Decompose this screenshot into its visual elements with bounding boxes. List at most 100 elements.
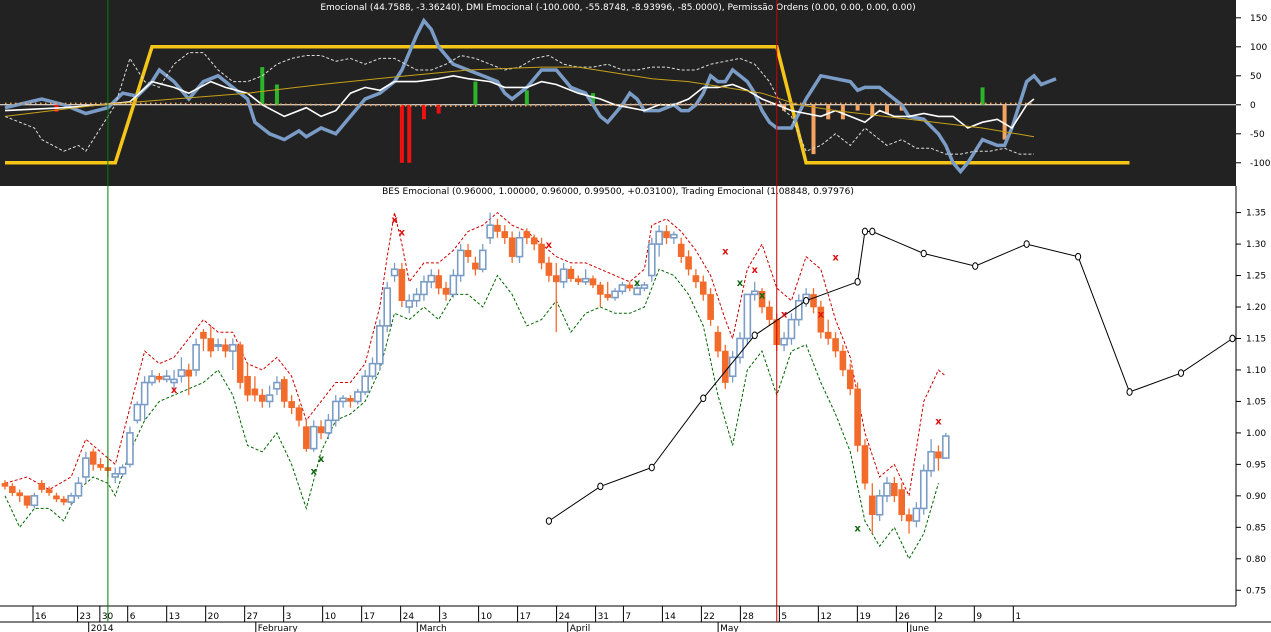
x-tick-label-20: 5 bbox=[781, 612, 787, 622]
candle-body-29 bbox=[214, 343, 222, 348]
candle-body-46 bbox=[339, 397, 347, 403]
price-ytick-label-1: 1.30 bbox=[1246, 240, 1266, 250]
candle-body-30 bbox=[222, 344, 229, 352]
x-marker-red-4: x bbox=[722, 246, 729, 257]
time-axis-bg bbox=[0, 607, 1271, 632]
candle-body-58 bbox=[427, 274, 436, 283]
candle-body-93 bbox=[685, 256, 692, 270]
candle-body-62 bbox=[456, 249, 465, 277]
candle-body-0 bbox=[1, 482, 9, 487]
candle-body-45 bbox=[331, 400, 340, 422]
candle-body-75 bbox=[552, 275, 560, 283]
candle-body-86 bbox=[633, 287, 641, 296]
candle-body-104 bbox=[766, 306, 773, 320]
candle-body-82 bbox=[604, 294, 612, 298]
trading-point-0 bbox=[545, 517, 553, 525]
candle-body-23 bbox=[170, 378, 178, 384]
candle-body-21 bbox=[156, 375, 163, 380]
candle-body-34 bbox=[251, 388, 259, 396]
indicator-ytick-label-5: -100 bbox=[1250, 159, 1271, 169]
candle-body-76 bbox=[559, 268, 568, 283]
candle-body-95 bbox=[699, 281, 707, 295]
histogram-bar-green-0 bbox=[260, 67, 265, 105]
indicator-title: Emocional (44.7588, -3.36240), DMI Emoci… bbox=[320, 3, 915, 13]
candle-body-88 bbox=[647, 243, 656, 277]
trading-point-8 bbox=[869, 227, 876, 236]
candle-body-10 bbox=[74, 482, 83, 497]
price-ytick-label-11: 0.80 bbox=[1246, 555, 1266, 565]
candle-body-39 bbox=[288, 401, 295, 409]
chart-canvas: Emocional (44.7588, -3.36240), DMI Emoci… bbox=[0, 0, 1271, 632]
trading-point-2 bbox=[648, 463, 655, 472]
x-tick-label-14: 24 bbox=[559, 612, 571, 622]
candle-body-67 bbox=[494, 224, 501, 232]
candle-body-43 bbox=[317, 426, 325, 434]
candle-body-89 bbox=[655, 230, 663, 245]
price-ytick-label-7: 1.00 bbox=[1246, 429, 1266, 439]
x-tick-label-16: 7 bbox=[625, 612, 631, 622]
indicator-ytick-label-2: 50 bbox=[1250, 72, 1262, 82]
candle-body-128 bbox=[941, 435, 950, 459]
candle-body-63 bbox=[464, 250, 472, 257]
x-tick-label-21: 12 bbox=[820, 612, 831, 622]
x-tick-label-3: 6 bbox=[130, 612, 136, 622]
candle-body-125 bbox=[919, 469, 928, 510]
x-tick-label-25: 9 bbox=[976, 612, 982, 622]
candle-body-65 bbox=[478, 249, 487, 271]
price-ytick-label-12: 0.75 bbox=[1246, 586, 1266, 596]
candle-body-16 bbox=[118, 466, 127, 475]
candle-body-41 bbox=[303, 426, 310, 449]
x-marker-red-0: x bbox=[171, 385, 178, 396]
trading-point-13 bbox=[1126, 388, 1133, 396]
indicator-ytick-label-0: 150 bbox=[1250, 14, 1267, 24]
price-ytick-label-3: 1.20 bbox=[1246, 303, 1266, 313]
month-label-3: April bbox=[570, 624, 591, 632]
indicator-ytick-label-4: -50 bbox=[1250, 130, 1265, 140]
candle-body-124 bbox=[912, 507, 921, 522]
x-marker-green-4: x bbox=[737, 278, 744, 289]
price-panel-bg bbox=[0, 186, 1236, 606]
month-label-0: 2014 bbox=[91, 624, 114, 632]
candle-body-121 bbox=[891, 482, 898, 497]
candle-body-102 bbox=[750, 290, 759, 296]
candle-body-31 bbox=[229, 343, 237, 352]
candle-body-54 bbox=[398, 268, 406, 302]
candle-body-74 bbox=[545, 262, 553, 276]
x-tick-label-24: 2 bbox=[937, 612, 943, 622]
candle-body-61 bbox=[449, 274, 458, 296]
candle-body-80 bbox=[589, 278, 597, 286]
candle-body-115 bbox=[846, 369, 854, 390]
candle-body-66 bbox=[486, 224, 494, 239]
candle-body-69 bbox=[508, 237, 516, 257]
candle-body-8 bbox=[60, 498, 68, 503]
candle-body-56 bbox=[412, 293, 421, 302]
candle-body-108 bbox=[794, 299, 803, 321]
trading-point-1 bbox=[597, 482, 604, 491]
candle-body-6 bbox=[45, 489, 53, 493]
candle-body-90 bbox=[663, 231, 670, 239]
candle-body-116 bbox=[854, 388, 861, 446]
x-tick-label-23: 26 bbox=[898, 612, 910, 622]
candle-body-83 bbox=[611, 290, 619, 299]
candle-body-79 bbox=[581, 277, 590, 283]
x-marker-green-5: x bbox=[854, 523, 861, 534]
x-marker-green-0: x bbox=[310, 467, 317, 478]
x-tick-label-0: 16 bbox=[35, 612, 47, 622]
candle-body-81 bbox=[597, 284, 604, 295]
histogram-bar-red-1 bbox=[399, 104, 404, 163]
candle-body-96 bbox=[707, 294, 714, 320]
x-marker-green-1: x bbox=[318, 454, 325, 465]
x-tick-label-5: 20 bbox=[208, 612, 220, 622]
trading-point-7 bbox=[861, 227, 869, 236]
candle-body-32 bbox=[236, 344, 244, 383]
candle-body-1 bbox=[9, 486, 16, 493]
trading-point-3 bbox=[700, 394, 707, 403]
candle-body-68 bbox=[501, 231, 509, 239]
month-label-2: March bbox=[419, 624, 446, 632]
candle-body-110 bbox=[810, 294, 817, 308]
candle-body-9 bbox=[67, 495, 75, 503]
x-tick-label-17: 14 bbox=[664, 612, 676, 622]
candle-body-112 bbox=[824, 331, 832, 339]
candle-body-87 bbox=[640, 284, 649, 289]
candle-body-123 bbox=[905, 514, 913, 522]
